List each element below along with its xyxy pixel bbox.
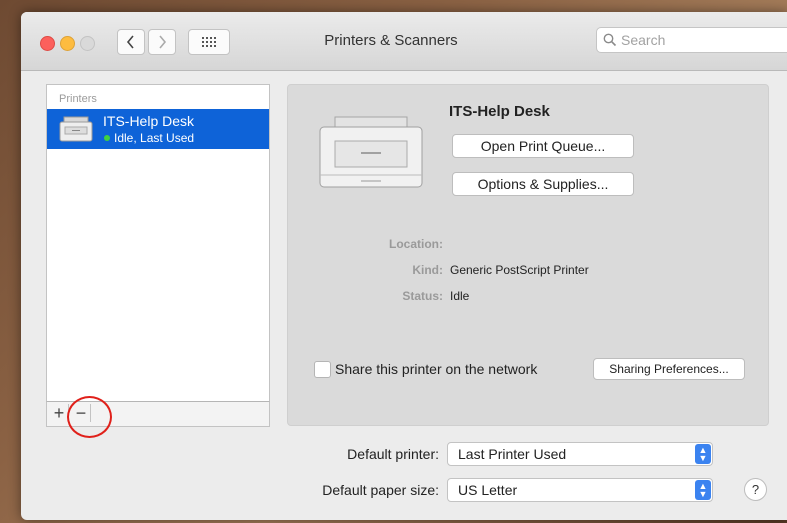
grid-icon (202, 37, 216, 47)
default-printer-value: Last Printer Used (458, 446, 567, 462)
window-title: Printers & Scanners (324, 32, 458, 49)
default-paper-size-label: Default paper size: (322, 482, 439, 498)
printer-large-icon (319, 116, 423, 188)
search-placeholder: Search (621, 32, 666, 48)
location-label: Location: (389, 237, 443, 251)
chevron-updown-icon: ▲ ▼ (695, 444, 711, 464)
search-icon (603, 33, 617, 47)
show-all-button[interactable] (188, 29, 230, 55)
kind-label: Kind: (412, 263, 443, 277)
printers-scanners-window: Printers & Scanners Search Printers ITS-… (21, 12, 787, 520)
printer-icon (59, 116, 93, 142)
status-label: Status: (402, 289, 443, 303)
printer-status: Idle, Last Used (114, 131, 195, 145)
sharing-preferences-button[interactable]: Sharing Preferences... (593, 358, 745, 380)
default-paper-size-value: US Letter (458, 482, 518, 498)
search-input[interactable]: Search (596, 27, 787, 53)
default-paper-size-select[interactable]: US Letter ▲ ▼ (447, 478, 713, 502)
back-button[interactable] (117, 29, 145, 55)
forward-button[interactable] (148, 29, 176, 55)
status-value: Idle (450, 289, 470, 303)
status-dot (104, 135, 110, 141)
zoom-window-button[interactable] (80, 36, 95, 51)
annotation-circle (67, 396, 112, 438)
title-bar: Printers & Scanners Search (21, 12, 787, 71)
kind-value: Generic PostScript Printer (450, 263, 589, 277)
printer-detail-pane: ITS-Help Desk Open Print Queue... Option… (287, 84, 769, 426)
share-printer-label[interactable]: Share this printer on the network (335, 361, 537, 377)
printers-list-header: Printers (59, 93, 97, 105)
help-button[interactable]: ? (744, 478, 767, 501)
default-printer-label: Default printer: (347, 446, 439, 462)
printers-list[interactable]: Printers ITS-Help Desk Idle, Last Used (46, 84, 270, 403)
printer-name: ITS-Help Desk (103, 113, 195, 129)
options-supplies-button[interactable]: Options & Supplies... (452, 172, 634, 196)
close-window-button[interactable] (40, 36, 55, 51)
printer-title: ITS-Help Desk (449, 103, 550, 120)
printer-list-item[interactable]: ITS-Help Desk Idle, Last Used (47, 109, 269, 149)
chevron-right-icon (159, 35, 167, 49)
chevron-updown-icon: ▲ ▼ (695, 480, 711, 500)
share-printer-checkbox[interactable] (314, 361, 331, 378)
open-print-queue-button[interactable]: Open Print Queue... (452, 134, 634, 158)
chevron-left-icon (126, 35, 134, 49)
default-printer-select[interactable]: Last Printer Used ▲ ▼ (447, 442, 713, 466)
minimize-window-button[interactable] (60, 36, 75, 51)
